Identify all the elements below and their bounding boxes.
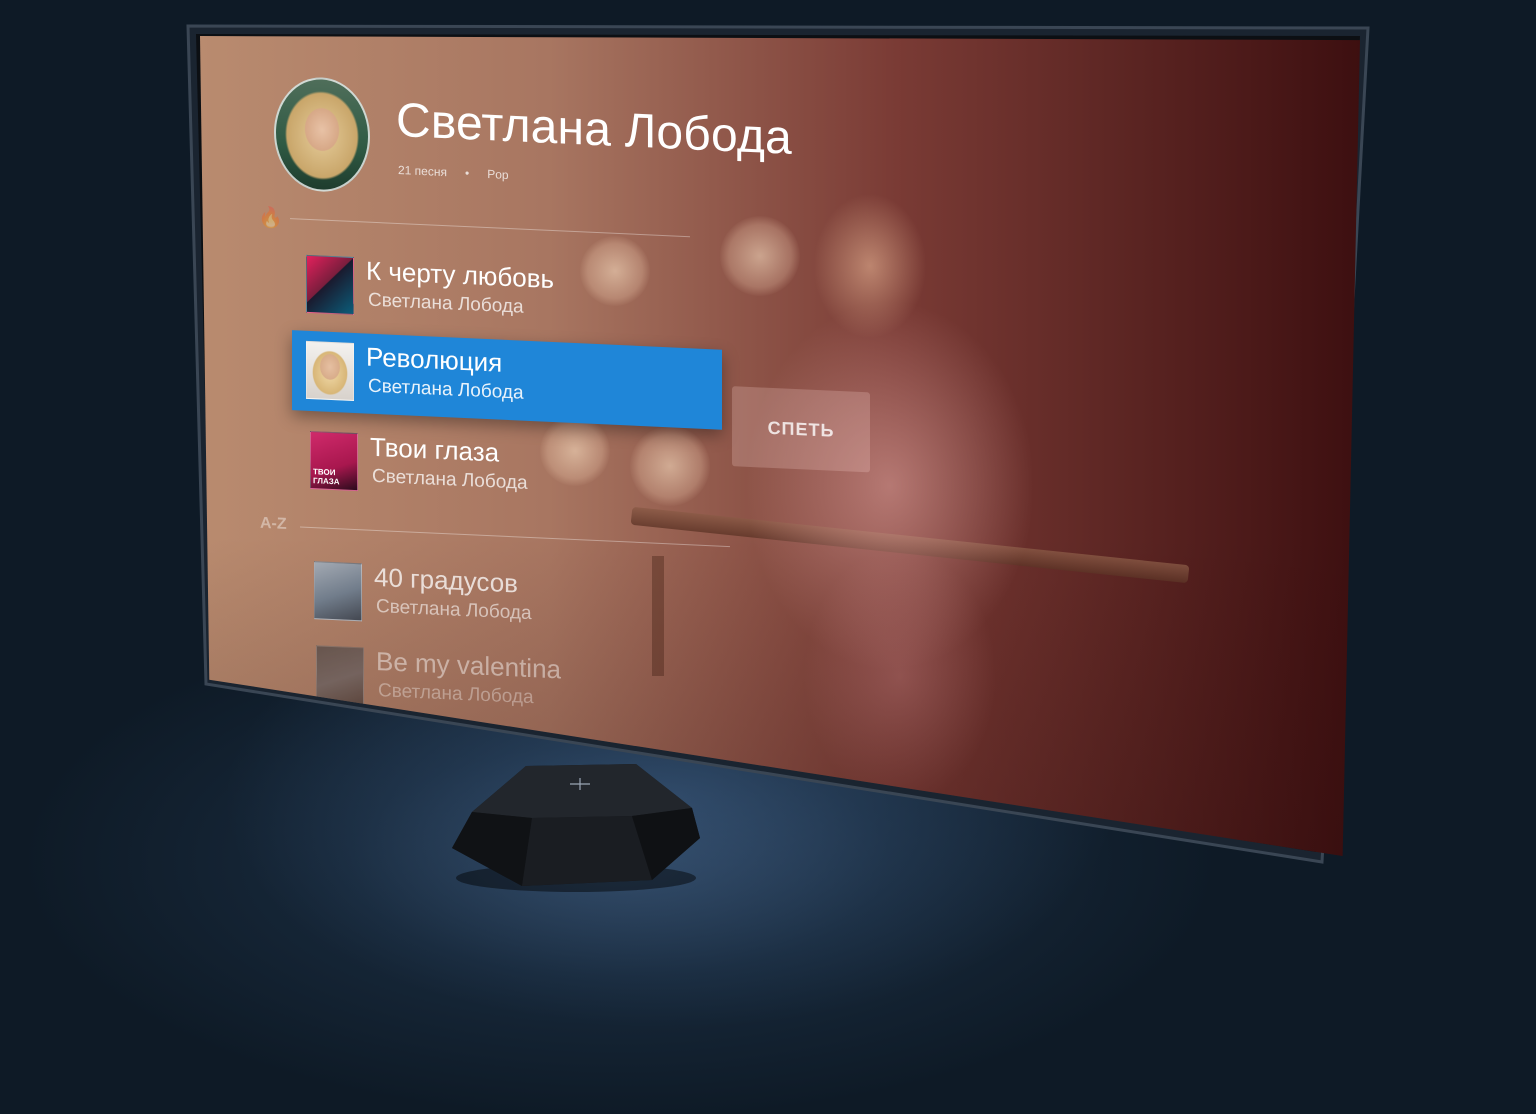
sing-button[interactable]: СПЕТЬ (732, 386, 870, 473)
song-artist: Светлана Лобода (378, 680, 534, 709)
song-item-selected[interactable]: Революция Светлана Лобода (292, 330, 722, 430)
song-cover (306, 340, 354, 401)
song-artist: Светлана Лобода (368, 375, 524, 404)
artist-meta: 21 песня • Pop (398, 163, 509, 182)
set-top-box (452, 764, 700, 892)
song-item[interactable]: 40 градусов Светлана Лобода (300, 551, 730, 651)
song-cover (314, 561, 362, 622)
song-cover: ТВОИ ГЛАЗА (310, 430, 358, 492)
song-title: К черту любовь (366, 255, 555, 295)
meta-separator-dot: • (464, 166, 470, 181)
section-divider-az (300, 526, 730, 548)
song-title: Be my valentina (376, 645, 561, 685)
section-divider-popular (290, 218, 690, 238)
song-title: 40 градусов (374, 561, 518, 599)
genre-label: Pop (487, 167, 509, 183)
section-label-az: A-Z (260, 514, 287, 533)
song-title: Революция (366, 341, 503, 378)
flame-icon: 🔥 (258, 206, 283, 230)
song-count: 21 песня (398, 162, 447, 180)
artist-avatar (274, 75, 370, 194)
song-item[interactable]: ТВОИ ГЛАЗА Твои глаза Светлана Лобода (296, 420, 726, 520)
artist-name: Светлана Лобода (396, 93, 792, 165)
song-artist: Светлана Лобода (368, 289, 524, 318)
song-artist: Светлана Лобода (372, 465, 528, 494)
song-cover (306, 254, 354, 315)
song-item[interactable]: К черту любовь Светлана Лобода (292, 244, 722, 344)
song-cover (316, 645, 364, 706)
song-artist: Светлана Лобода (376, 595, 532, 625)
song-title: Твои глаза (370, 431, 500, 468)
product-scene: Светлана Лобода 21 песня • Pop 🔥 К черту л… (0, 0, 1536, 1114)
cover-text: ТВОИ ГЛАЗА (313, 467, 340, 487)
